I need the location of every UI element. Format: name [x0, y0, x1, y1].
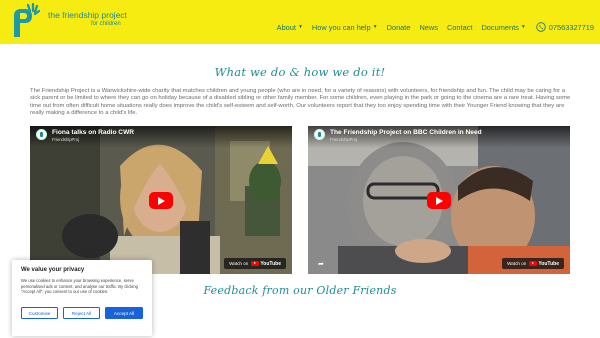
- nav-how-you-can-help[interactable]: How you can help ▼: [312, 23, 378, 32]
- phone-number: 07563327719: [548, 22, 594, 32]
- watch-on-label: Watch on: [507, 261, 527, 266]
- site-header: the friendship project for children Abou…: [0, 0, 600, 44]
- cookie-title: We value your privacy: [21, 267, 85, 273]
- logo-title: the friendship project: [48, 10, 127, 20]
- nav-contact-label: Contact: [446, 22, 473, 32]
- logo-text[interactable]: the friendship project for children: [48, 10, 158, 28]
- video-title[interactable]: Fiona talks on Radio CWR: [52, 129, 134, 136]
- channel-avatar[interactable]: [314, 129, 325, 140]
- video-channel-name: FriendshipProj: [52, 137, 79, 142]
- youtube-icon: [251, 260, 260, 267]
- play-icon[interactable]: [427, 192, 451, 209]
- nav-help-label: How you can help: [311, 22, 371, 32]
- nav-documents-label: Documents: [481, 22, 519, 32]
- nav-about[interactable]: About ▼: [277, 23, 303, 32]
- video-title[interactable]: The Friendship Project on BBC Children i…: [330, 129, 482, 136]
- watch-on-youtube-button[interactable]: Watch on YouTube: [224, 258, 286, 269]
- cookie-text: We use cookies to enhance your browsing …: [21, 278, 139, 295]
- page-heading: What we do & how we do it!: [214, 65, 386, 79]
- intro-paragraph: The Friendship Project is a Warwickshire…: [30, 88, 571, 117]
- watch-on-youtube-button[interactable]: Watch on YouTube: [502, 258, 564, 269]
- chevron-down-icon: ▼: [372, 24, 378, 30]
- cookie-consent-banner: We value your privacy We use cookies to …: [12, 260, 152, 336]
- watch-on-label: Watch on: [229, 261, 249, 266]
- video-embed-radio-cwr[interactable]: Fiona talks on Radio CWR FriendshipProj …: [30, 126, 292, 274]
- nav-donate-label: Donate: [386, 22, 411, 32]
- video-embed-bbc-children-in-need[interactable]: The Friendship Project on BBC Children i…: [308, 126, 570, 274]
- reject-all-button[interactable]: Reject All: [63, 307, 100, 319]
- accept-all-button[interactable]: Accept All: [105, 307, 143, 319]
- nav-news-label: News: [419, 22, 438, 32]
- main-nav: About ▼ How you can help ▼ Donate News C…: [268, 20, 594, 34]
- customise-button[interactable]: Customise: [21, 307, 58, 319]
- chevron-down-icon: ▼: [520, 24, 526, 30]
- video-channel-name: FriendshipProj: [330, 137, 357, 142]
- share-icon[interactable]: ➦: [318, 260, 324, 268]
- cookie-buttons: Customise Reject All Accept All: [21, 307, 143, 319]
- nav-contact[interactable]: Contact: [447, 23, 472, 32]
- chevron-down-icon: ▼: [297, 24, 303, 30]
- phone-icon: [536, 22, 546, 32]
- youtube-label: YouTube: [260, 260, 281, 267]
- play-icon[interactable]: [149, 192, 173, 209]
- youtube-label: YouTube: [538, 260, 559, 267]
- nav-donate[interactable]: Donate: [387, 23, 411, 32]
- nav-about-label: About: [276, 22, 296, 32]
- nav-documents[interactable]: Documents ▼: [481, 23, 525, 32]
- channel-avatar[interactable]: [36, 129, 47, 140]
- nav-news[interactable]: News: [419, 23, 437, 32]
- logo-icon[interactable]: [8, 3, 42, 39]
- logo-subtitle: for children: [91, 21, 121, 27]
- youtube-icon: [529, 260, 538, 267]
- phone-link[interactable]: 07563327719: [536, 22, 594, 32]
